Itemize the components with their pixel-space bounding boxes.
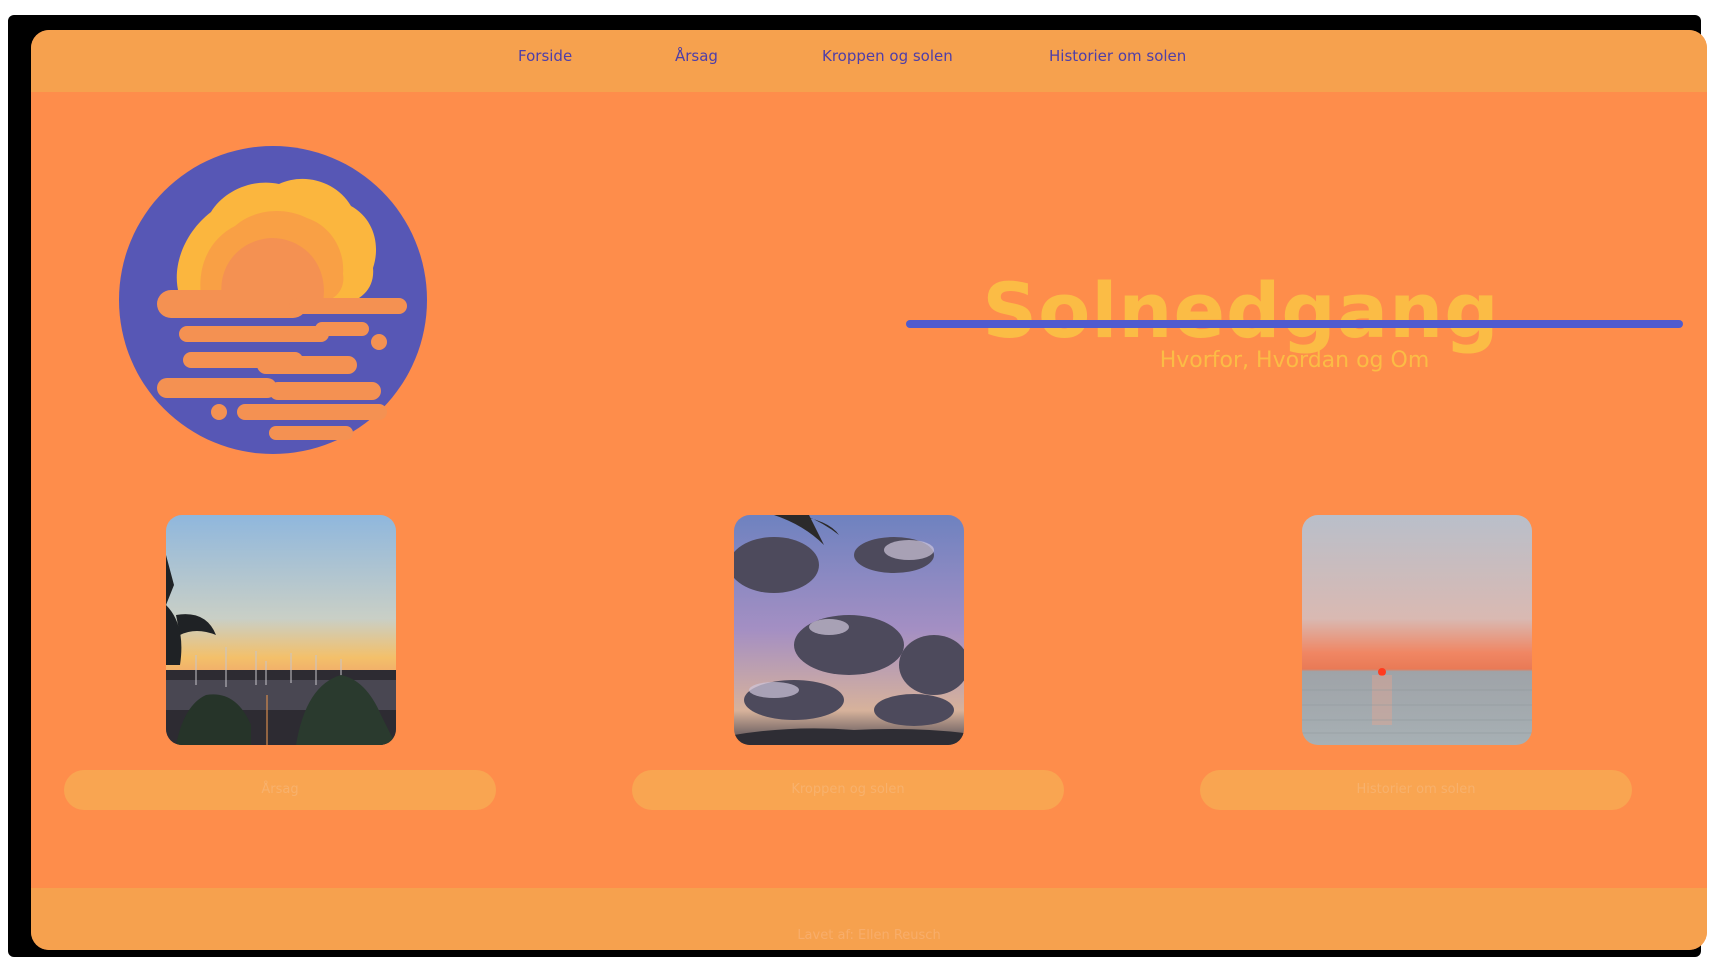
kroppen-og-solen-button[interactable]: Kroppen og solen [632, 770, 1064, 810]
nav-link-historier-om-solen[interactable]: Historier om solen [1049, 47, 1186, 65]
sea-sunset-photo[interactable] [1302, 515, 1532, 745]
footer-credit: Lavet af: Ellen Reusch [797, 928, 941, 943]
title-divider [906, 320, 1683, 328]
page-footer: Lavet af: Ellen Reusch [31, 888, 1707, 950]
nav-link-arsag[interactable]: Årsag [675, 47, 718, 65]
harbor-sunset-photo[interactable] [166, 515, 396, 745]
page-subtitle: Hvorfor, Hvordan og Om [1159, 348, 1430, 373]
page-title: Solnedgang [982, 265, 1500, 355]
cloudy-sky-palm-photo[interactable] [734, 515, 964, 745]
nav-link-kroppen-og-solen[interactable]: Kroppen og solen [822, 47, 953, 65]
sunset-logo [119, 146, 427, 454]
nav-link-forside[interactable]: Forside [518, 47, 572, 65]
arsag-button[interactable]: Årsag [64, 770, 496, 810]
historier-om-solen-button[interactable]: Historier om solen [1200, 770, 1632, 810]
top-navigation: Forside Årsag Kroppen og solen Historier… [31, 30, 1707, 92]
browser-page: Forside Årsag Kroppen og solen Historier… [31, 30, 1707, 950]
